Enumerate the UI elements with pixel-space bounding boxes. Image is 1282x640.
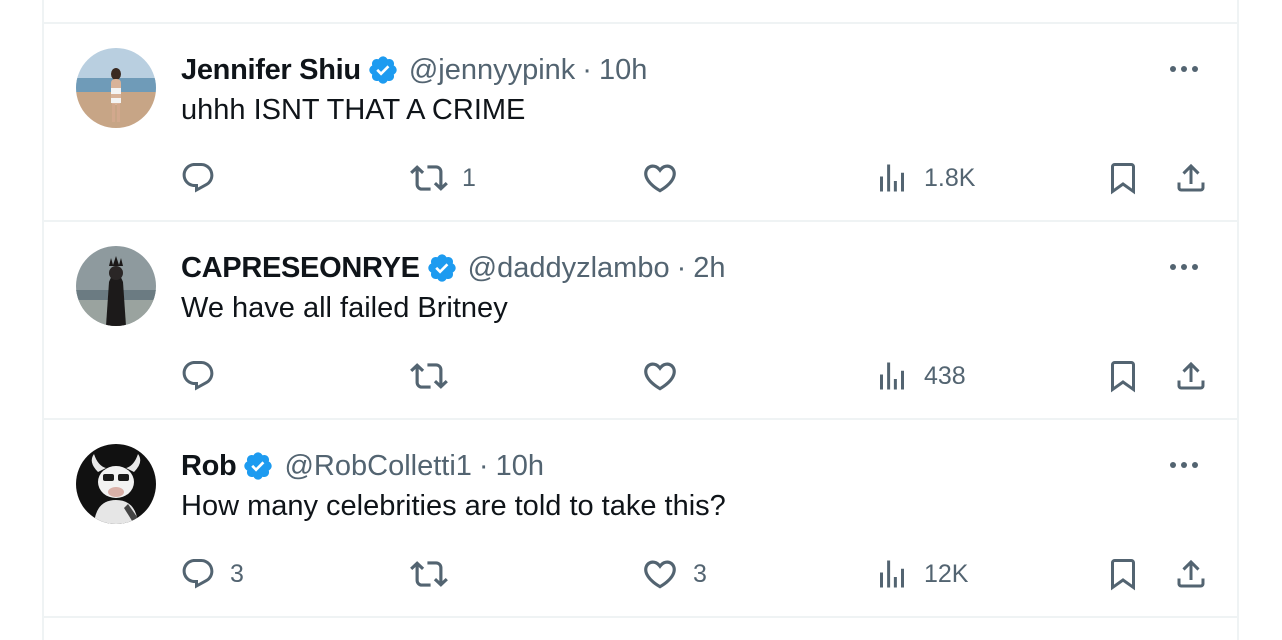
view-count: 1.8K bbox=[924, 163, 976, 192]
bookmark-icon bbox=[1111, 163, 1135, 195]
share-icon bbox=[1177, 361, 1205, 390]
heart-icon bbox=[644, 560, 676, 589]
analytics-icon bbox=[880, 164, 904, 192]
avatar[interactable] bbox=[76, 444, 156, 524]
like-button[interactable] bbox=[641, 354, 693, 398]
avatar[interactable] bbox=[76, 246, 156, 326]
reply-button[interactable] bbox=[180, 156, 230, 200]
like-button[interactable] bbox=[641, 156, 693, 200]
more-options-icon[interactable] bbox=[1167, 54, 1201, 84]
timeline-column: Jennifer Shiu @jennyypink · 10h uhhh ISN… bbox=[42, 0, 1239, 640]
share-icon bbox=[1177, 163, 1205, 192]
reply-count: 3 bbox=[230, 559, 244, 588]
heart-icon bbox=[644, 362, 676, 391]
view-count: 438 bbox=[924, 361, 966, 390]
tweet[interactable]: CAPRESEONRYE @daddyzlambo · 2h We have a… bbox=[44, 222, 1237, 420]
tweet-text: How many celebrities are told to take th… bbox=[181, 490, 726, 522]
tweet-header: Jennifer Shiu @jennyypink · 10h bbox=[181, 50, 647, 90]
retweet-icon bbox=[410, 363, 448, 389]
tweet[interactable]: Rob @RobColletti1 · 10h How many celebri… bbox=[44, 420, 1237, 618]
tweet[interactable]: Jennifer Shiu @jennyypink · 10h uhhh ISN… bbox=[44, 24, 1237, 222]
retweet-icon bbox=[410, 165, 448, 191]
more-options-icon[interactable] bbox=[1167, 252, 1201, 282]
reply-icon bbox=[182, 361, 214, 391]
views-button[interactable]: 12K bbox=[874, 552, 968, 596]
verified-badge-icon[interactable] bbox=[367, 54, 399, 86]
separator: · bbox=[582, 53, 592, 86]
retweet-icon bbox=[410, 561, 448, 587]
handle[interactable]: @jennyypink bbox=[409, 54, 575, 87]
handle[interactable]: @daddyzlambo bbox=[468, 252, 670, 285]
views-button[interactable]: 438 bbox=[874, 354, 966, 398]
tweet-header: Rob @RobColletti1 · 10h bbox=[181, 446, 544, 486]
analytics-icon bbox=[880, 362, 904, 390]
bookmark-icon bbox=[1111, 559, 1135, 591]
like-count: 3 bbox=[693, 559, 707, 588]
display-name[interactable]: Jennifer Shiu bbox=[181, 54, 361, 87]
bookmark-button[interactable] bbox=[1105, 552, 1141, 596]
reply-button[interactable] bbox=[180, 354, 230, 398]
retweet-button[interactable] bbox=[410, 552, 462, 596]
reply-button[interactable]: 3 bbox=[180, 552, 244, 596]
retweet-button[interactable]: 1 bbox=[410, 156, 476, 200]
retweet-button[interactable] bbox=[410, 354, 462, 398]
reply-icon bbox=[182, 163, 214, 193]
tweet-header: CAPRESEONRYE @daddyzlambo · 2h bbox=[181, 248, 726, 288]
separator: · bbox=[676, 251, 687, 284]
analytics-icon bbox=[880, 560, 904, 588]
action-bar: 438 bbox=[44, 354, 1237, 398]
share-button[interactable] bbox=[1173, 156, 1209, 200]
heart-icon bbox=[644, 164, 676, 193]
share-button[interactable] bbox=[1173, 552, 1209, 596]
more-options-icon[interactable] bbox=[1167, 450, 1201, 480]
timestamp[interactable]: 10h bbox=[599, 54, 647, 87]
display-name[interactable]: CAPRESEONRYE bbox=[181, 252, 420, 285]
like-button[interactable]: 3 bbox=[641, 552, 707, 596]
bookmark-button[interactable] bbox=[1105, 354, 1141, 398]
tweet-text: We have all failed Britney bbox=[181, 292, 508, 324]
verified-badge-icon[interactable] bbox=[242, 450, 274, 482]
timestamp[interactable]: 2h bbox=[693, 252, 725, 285]
views-button[interactable]: 1.8K bbox=[874, 156, 975, 200]
reply-icon bbox=[182, 559, 214, 589]
retweet-count: 1 bbox=[462, 163, 476, 192]
timestamp[interactable]: 10h bbox=[496, 450, 544, 483]
avatar[interactable] bbox=[76, 48, 156, 128]
share-icon bbox=[1177, 559, 1205, 588]
bookmark-icon bbox=[1111, 361, 1135, 393]
action-bar: 1 1.8K bbox=[44, 156, 1237, 200]
share-button[interactable] bbox=[1173, 354, 1209, 398]
view-count: 12K bbox=[924, 559, 969, 588]
bookmark-button[interactable] bbox=[1105, 156, 1141, 200]
action-bar: 3 3 12K bbox=[44, 552, 1237, 596]
tweet-text: uhhh ISNT THAT A CRIME bbox=[181, 94, 526, 126]
display-name[interactable]: Rob bbox=[181, 450, 237, 483]
handle[interactable]: @RobColletti1 bbox=[284, 450, 471, 483]
separator: · bbox=[478, 449, 489, 482]
verified-badge-icon[interactable] bbox=[426, 252, 458, 284]
